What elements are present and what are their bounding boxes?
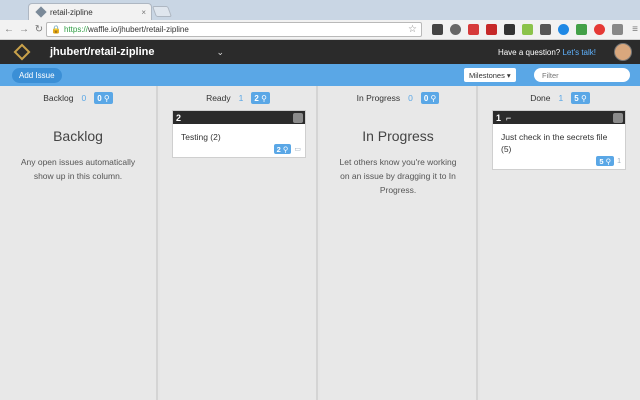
card-header: 2 — [173, 111, 305, 124]
extension-icon[interactable] — [486, 24, 497, 35]
bulb-icon: ⚲ — [261, 93, 267, 103]
column-count: 0 — [408, 93, 413, 103]
filter-input[interactable] — [534, 68, 630, 82]
column-title: Done — [530, 93, 551, 103]
assignee-icon[interactable] — [613, 112, 623, 123]
chevron-down-icon[interactable]: ⌄ — [217, 47, 225, 58]
help-text: Have a question? Let's talk! — [497, 47, 596, 57]
extension-icon[interactable] — [558, 24, 569, 35]
milestones-dropdown[interactable]: Milestones ▾ — [464, 68, 516, 82]
new-tab-button[interactable] — [151, 6, 173, 17]
column-title: Backlog — [43, 93, 74, 103]
extension-icon[interactable] — [468, 24, 479, 35]
avatar[interactable] — [614, 43, 632, 61]
bookmark-star-icon[interactable]: ☆ — [408, 24, 417, 35]
column-in-progress: In Progress 0 0 ⚲ In Progress Let others… — [320, 86, 478, 400]
empty-column-title: In Progress — [362, 128, 434, 144]
column-header: Ready 1 2 ⚲ — [160, 91, 316, 105]
waffle-logo-icon[interactable] — [13, 43, 31, 61]
lets-talk-link[interactable]: Let's talk! — [562, 48, 596, 57]
points-badge: 0 ⚲ — [420, 92, 440, 104]
points-badge: 0 ⚲ — [94, 92, 113, 104]
browser-tab[interactable]: retail-zipline × — [28, 3, 152, 20]
browser-tab-bar: retail-zipline × — [0, 0, 640, 20]
extension-icon[interactable] — [594, 24, 605, 35]
card-footer: 2 ⚲ ▭ — [273, 144, 305, 157]
address-bar[interactable]: 🔒 https://waffle.io/jhubert/retail-zipli… — [46, 22, 422, 37]
column-count: 1 — [558, 93, 564, 103]
app-header: jhubert/retail-zipline ⌄ Have a question… — [0, 40, 640, 64]
forward-icon[interactable]: → — [18, 24, 30, 35]
column-header: Backlog 0 0 ⚲ — [0, 91, 156, 105]
points-badge: 5 ⚲ — [596, 156, 615, 166]
column-backlog: Backlog 0 0 ⚲ Backlog Any open issues au… — [0, 86, 158, 400]
bulb-icon: ⚲ — [103, 93, 110, 103]
column-count: 1 — [238, 93, 244, 103]
pull-request-icon: ⌐ — [506, 112, 512, 123]
tab-close-icon[interactable]: × — [141, 8, 146, 17]
issue-card[interactable]: 2 Testing (2) 2 ⚲ ▭ — [172, 110, 306, 158]
extension-icon[interactable] — [540, 24, 551, 35]
points-badge: 2 ⚲ — [251, 92, 270, 104]
card-footer: 5 ⚲ 1 — [596, 156, 625, 169]
empty-column-title: Backlog — [53, 128, 103, 144]
column-header: In Progress 0 0 ⚲ — [320, 91, 476, 105]
lock-icon: 🔒 — [51, 25, 61, 34]
tab-title: retail-zipline — [50, 7, 93, 17]
empty-column-text: Any open issues automatically show up in… — [20, 157, 136, 181]
issue-title: Testing (2) — [181, 132, 221, 142]
browser-toolbar: ← → ↻ 🔒 https://waffle.io/jhubert/retail… — [0, 20, 640, 40]
extension-icon[interactable] — [450, 24, 461, 35]
assignee-icon[interactable] — [293, 112, 303, 123]
issue-number: 2 — [176, 112, 182, 123]
url-text: https://waffle.io/jhubert/retail-zipline — [63, 25, 189, 34]
action-bar: Add Issue Milestones ▾ — [0, 64, 640, 86]
issue-card[interactable]: 1 ⌐ Just check in the secrets file (5) 5… — [492, 110, 626, 170]
points-badge: 2 ⚲ — [273, 144, 292, 154]
comment-icon: ▭ — [294, 146, 301, 153]
comment-count: 1 — [617, 157, 621, 165]
back-icon[interactable]: ← — [3, 24, 15, 35]
column-title: Ready — [206, 93, 231, 103]
extension-icon[interactable] — [432, 24, 443, 35]
menu-icon[interactable]: ≡ — [629, 24, 640, 35]
issue-title: Just check in the secrets file (5) — [501, 132, 608, 154]
extension-icon[interactable] — [612, 24, 623, 35]
column-count: 0 — [81, 93, 87, 103]
column-ready: Ready 1 2 ⚲ 2 Testing (2) 2 ⚲ ▭ — [160, 86, 318, 400]
repo-name[interactable]: jhubert/retail-zipline — [50, 46, 155, 58]
column-title: In Progress — [356, 93, 401, 103]
reload-icon[interactable]: ↻ — [33, 24, 45, 35]
issue-number: 1 — [496, 112, 502, 123]
add-issue-button[interactable]: Add Issue — [12, 68, 62, 83]
points-badge: 5 ⚲ — [571, 92, 590, 104]
board: Backlog 0 0 ⚲ Backlog Any open issues au… — [0, 86, 640, 400]
card-header: 1 ⌐ — [493, 111, 625, 124]
extension-icon[interactable] — [522, 24, 533, 35]
column-done: Done 1 5 ⚲ 1 ⌐ Just check in the secrets… — [480, 86, 640, 400]
column-header: Done 1 5 ⚲ — [480, 91, 640, 105]
empty-column-text: Let others know you're working on an iss… — [339, 157, 457, 195]
waffle-favicon-icon — [35, 6, 47, 18]
bulb-icon: ⚲ — [580, 93, 587, 103]
bulb-icon: ⚲ — [430, 93, 437, 103]
extension-icon[interactable] — [504, 24, 515, 35]
extension-icon[interactable] — [576, 24, 587, 35]
